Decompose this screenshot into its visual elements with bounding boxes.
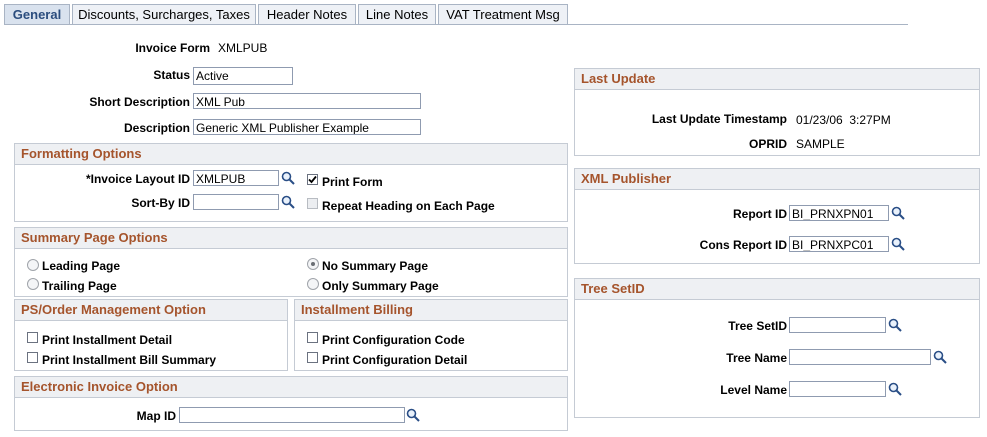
- status-value: Active: [196, 69, 229, 83]
- print-installment-bill-label: Print Installment Bill Summary: [42, 353, 217, 367]
- tab-header-notes[interactable]: Header Notes: [258, 4, 356, 25]
- status-label: Status: [153, 68, 190, 82]
- print-installment-detail-checkbox[interactable]: [27, 332, 38, 343]
- description-input[interactable]: Generic XML Publisher Example: [193, 119, 421, 135]
- invoice-layout-label: *Invoice Layout ID: [85, 172, 190, 186]
- print-installment-detail-label: Print Installment Detail: [42, 333, 173, 347]
- electronic-invoice-title: Electronic Invoice Option: [15, 377, 567, 398]
- formatting-options-title: Formatting Options: [15, 144, 567, 165]
- invoice-form-label: Invoice Form: [135, 41, 210, 55]
- no-summary-page-label: No Summary Page: [322, 259, 429, 273]
- tree-name-label: Tree Name: [726, 351, 787, 365]
- tab-label: Line Notes: [365, 7, 429, 22]
- level-name-label: Level Name: [720, 383, 787, 397]
- tab-discounts[interactable]: Discounts, Surcharges, Taxes: [72, 4, 256, 25]
- leading-page-label: Leading Page: [42, 259, 121, 273]
- invoice-form-value: XMLPUB: [218, 41, 268, 55]
- lookup-icon[interactable]: [888, 382, 902, 396]
- print-form-label: Print Form: [322, 175, 383, 189]
- tab-vat-treatment[interactable]: VAT Treatment Msg: [438, 4, 568, 25]
- lookup-icon[interactable]: [933, 350, 947, 364]
- cons-report-id-label: Cons Report ID: [699, 238, 787, 252]
- repeat-heading-label: Repeat Heading on Each Page: [322, 199, 495, 213]
- lookup-icon[interactable]: [281, 195, 295, 209]
- last-update-title: Last Update: [575, 69, 979, 90]
- print-form-checkbox[interactable]: [307, 174, 318, 185]
- tab-label: Header Notes: [266, 7, 348, 22]
- tree-name-input[interactable]: [789, 349, 931, 365]
- print-config-code-checkbox[interactable]: [307, 332, 318, 343]
- tab-label: General: [12, 7, 62, 22]
- no-summary-page-radio[interactable]: [307, 258, 319, 270]
- sort-by-label: Sort-By ID: [131, 196, 190, 210]
- summary-page-title: Summary Page Options: [15, 228, 567, 249]
- only-summary-page-radio[interactable]: [307, 278, 319, 290]
- tree-setid-title: Tree SetID: [575, 279, 979, 300]
- print-config-code-label: Print Configuration Code: [322, 333, 465, 347]
- ps-order-title: PS/Order Management Option: [15, 300, 287, 321]
- short-description-label: Short Description: [89, 95, 190, 109]
- tab-general[interactable]: General: [4, 4, 70, 25]
- repeat-heading-checkbox[interactable]: [307, 198, 318, 209]
- description-label: Description: [123, 121, 190, 135]
- oprid-value: SAMPLE: [796, 137, 845, 151]
- lookup-icon[interactable]: [891, 237, 905, 251]
- tree-setid-input[interactable]: [789, 317, 886, 333]
- lookup-icon[interactable]: [406, 408, 420, 422]
- trailing-page-radio[interactable]: [27, 278, 39, 290]
- only-summary-page-label: Only Summary Page: [322, 279, 439, 293]
- installment-billing-title: Installment Billing: [295, 300, 567, 321]
- map-id-label: Map ID: [136, 409, 176, 423]
- print-config-detail-label: Print Configuration Detail: [322, 353, 468, 367]
- status-select[interactable]: Active: [193, 67, 293, 85]
- last-update-timestamp-value: 01/23/06 3:27PM: [796, 113, 891, 127]
- trailing-page-label: Trailing Page: [42, 279, 117, 293]
- invoice-layout-input[interactable]: XMLPUB: [193, 170, 279, 186]
- leading-page-radio[interactable]: [27, 259, 39, 271]
- lookup-icon[interactable]: [281, 171, 295, 185]
- tab-label: Discounts, Surcharges, Taxes: [78, 7, 250, 22]
- print-config-detail-checkbox[interactable]: [307, 352, 318, 363]
- sort-by-input[interactable]: [193, 194, 279, 210]
- checkmark-icon: [308, 175, 317, 184]
- print-installment-bill-checkbox[interactable]: [27, 352, 38, 363]
- map-id-input[interactable]: [179, 407, 405, 423]
- cons-report-id-input[interactable]: BI_PRNXPC01: [789, 236, 889, 252]
- tree-setid-group: Tree SetID: [574, 278, 980, 418]
- lookup-icon[interactable]: [891, 206, 905, 220]
- report-id-input[interactable]: BI_PRNXPN01: [789, 205, 889, 221]
- lookup-icon[interactable]: [888, 318, 902, 332]
- tab-divider: [4, 24, 908, 25]
- report-id-label: Report ID: [733, 207, 787, 221]
- short-description-input[interactable]: XML Pub: [193, 93, 421, 109]
- last-update-timestamp-label: Last Update Timestamp: [651, 112, 787, 126]
- oprid-label: OPRID: [748, 137, 787, 151]
- tab-line-notes[interactable]: Line Notes: [358, 4, 436, 25]
- xml-publisher-title: XML Publisher: [575, 169, 979, 190]
- tree-setid-label: Tree SetID: [728, 319, 787, 333]
- level-name-input[interactable]: [789, 381, 886, 397]
- tab-label: VAT Treatment Msg: [446, 7, 560, 22]
